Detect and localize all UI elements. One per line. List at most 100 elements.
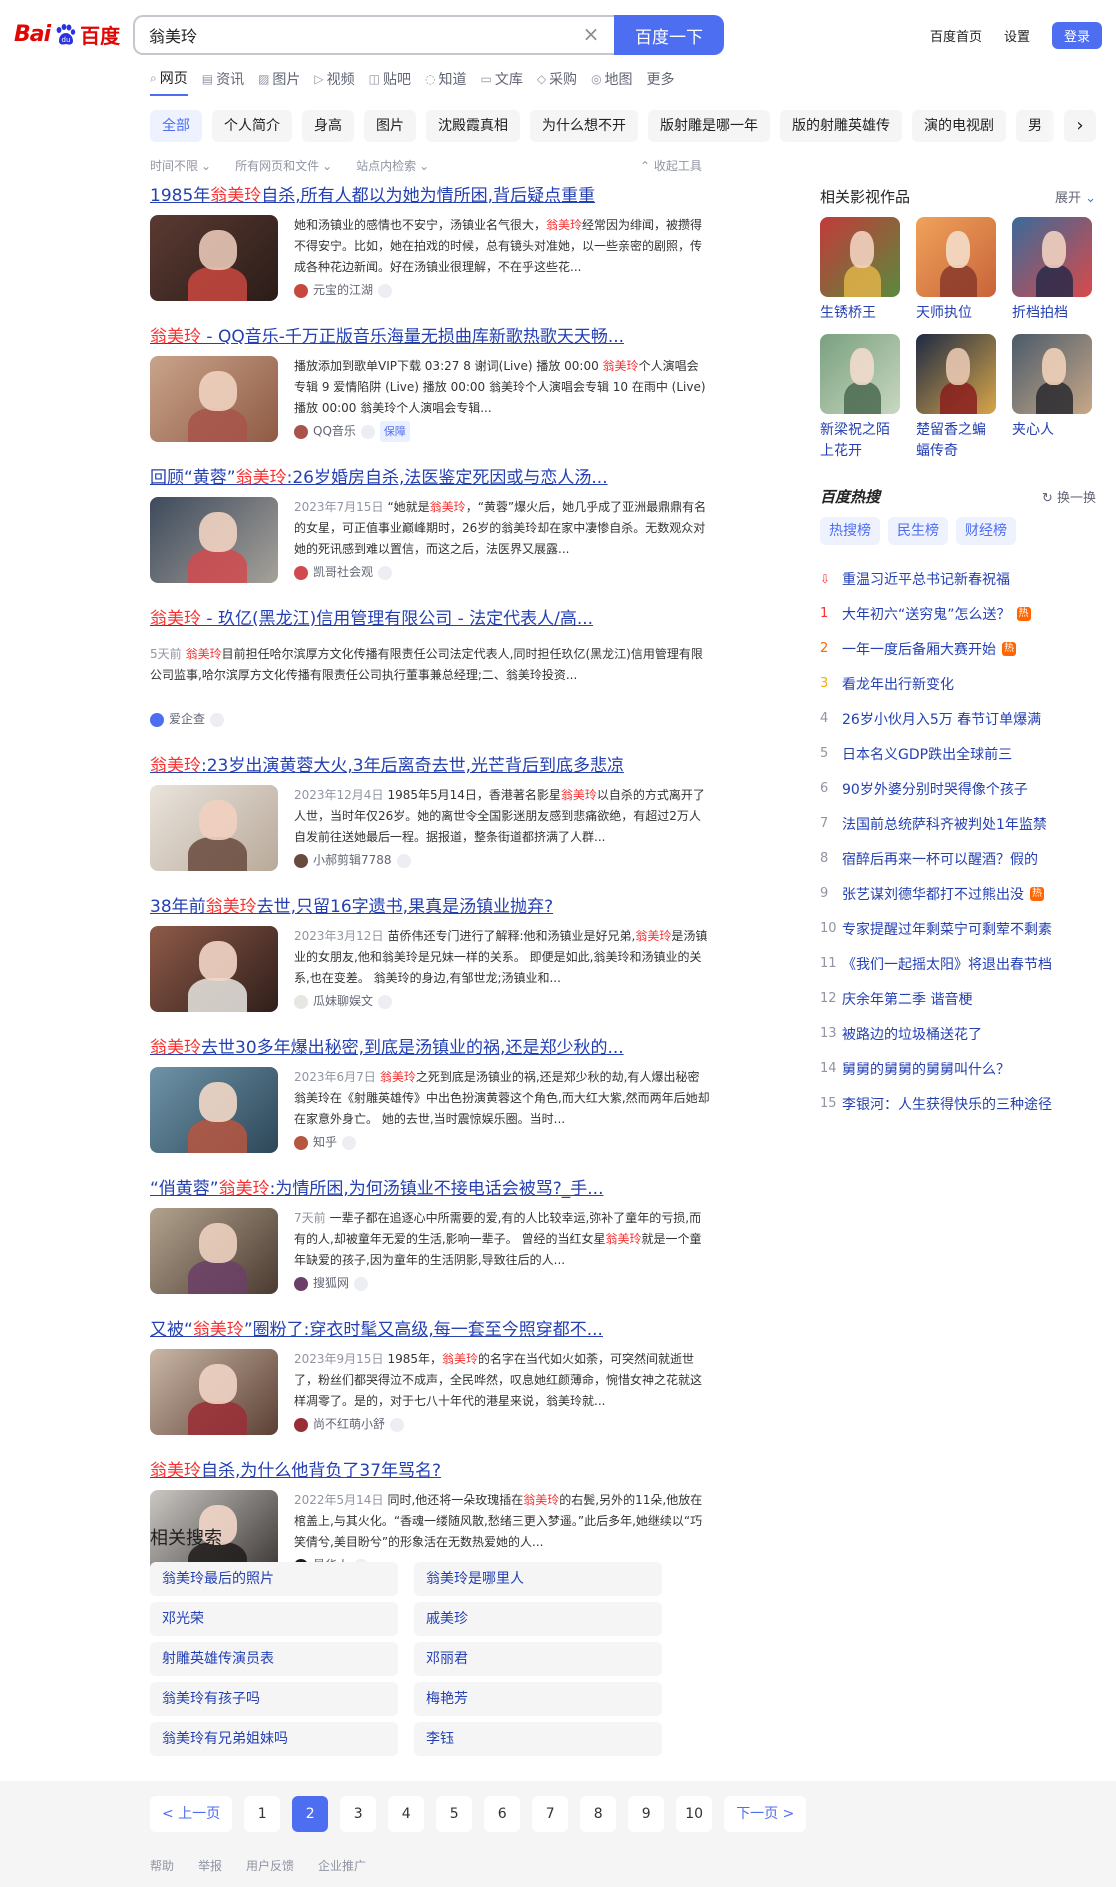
work-title[interactable]: 折档拍档 xyxy=(1012,303,1092,324)
related-search-item[interactable]: 李钰 xyxy=(414,1722,662,1756)
page-number[interactable]: 6 xyxy=(484,1796,521,1832)
work-card[interactable]: 楚留香之蝙蝠传奇 xyxy=(916,334,996,462)
tab-more[interactable]: 更多 xyxy=(647,68,675,96)
result-thumbnail[interactable] xyxy=(150,497,278,583)
baidu-logo[interactable]: Bai du 百度 xyxy=(14,20,120,49)
work-title[interactable]: 天师执位 xyxy=(916,303,996,324)
source-name[interactable]: 搜狐网 xyxy=(313,1273,349,1294)
refresh-button[interactable]: ↻ 换一换 xyxy=(1042,487,1096,506)
work-poster[interactable] xyxy=(820,217,900,297)
page-number[interactable]: 5 xyxy=(436,1796,473,1832)
footer-feedback-link[interactable]: 用户反馈 xyxy=(246,1857,294,1874)
result-title-link[interactable]: 38年前翁美玲去世,只留16字遗书,果真是汤镇业抛弃? xyxy=(150,894,710,920)
source-name[interactable]: 尚不红萌小舒 xyxy=(313,1414,385,1435)
hot-search-item[interactable]: 12 庆余年第二季 谐音梗 xyxy=(820,981,1096,1016)
tab-purchase[interactable]: ◇ 采购 xyxy=(537,68,577,96)
page-number[interactable]: 2 xyxy=(292,1796,329,1832)
result-title-link[interactable]: 翁美玲自杀,为什么他背负了37年骂名? xyxy=(150,1458,710,1484)
tab-map[interactable]: ◎ 地图 xyxy=(591,68,632,96)
hot-search-item[interactable]: 15 李银河：人生获得快乐的三种途径 xyxy=(820,1086,1096,1121)
work-poster[interactable] xyxy=(820,334,900,414)
page-number[interactable]: 4 xyxy=(388,1796,425,1832)
result-title-link[interactable]: 翁美玲 - QQ音乐-千万正版音乐海量无损曲库新歌热歌天天畅... xyxy=(150,324,710,350)
hot-search-item[interactable]: 9 张艺谋刘德华都打不过熊出没热 xyxy=(820,876,1096,911)
footer-help-link[interactable]: 帮助 xyxy=(150,1857,174,1874)
hot-search-item[interactable]: 4 26岁小伙月入5万 春节订单爆满 xyxy=(820,701,1096,736)
work-title[interactable]: 生锈桥王 xyxy=(820,303,900,324)
share-icon[interactable] xyxy=(342,1135,357,1150)
next-page-button[interactable]: 下一页 > xyxy=(724,1796,807,1832)
hot-search-item[interactable]: 14 舅舅的舅舅的舅舅叫什么？ xyxy=(820,1051,1096,1086)
login-button[interactable]: 登录 xyxy=(1051,22,1102,49)
chip[interactable]: 身高 xyxy=(302,110,354,142)
result-thumbnail[interactable] xyxy=(150,1349,278,1435)
clear-icon[interactable]: × xyxy=(582,24,600,44)
result-title-link[interactable]: “俏黄蓉”翁美玲:为情所困,为何汤镇业不接电话会被骂?_手... xyxy=(150,1176,710,1202)
tab-web[interactable]: ⌕ 网页 xyxy=(150,68,188,96)
source-name[interactable]: 凯哥社会观 xyxy=(313,562,373,583)
work-title[interactable]: 楚留香之蝙蝠传奇 xyxy=(916,420,996,462)
work-poster[interactable] xyxy=(1012,217,1092,297)
page-number[interactable]: 9 xyxy=(628,1796,665,1832)
hot-search-item[interactable]: 6 90岁外婆分别时哭得像个孩子 xyxy=(820,771,1096,806)
chip[interactable]: 版的射雕英雄传 xyxy=(780,110,902,142)
related-search-item[interactable]: 射雕英雄传演员表 xyxy=(150,1642,398,1676)
source-name[interactable]: 知乎 xyxy=(313,1132,337,1153)
search-button[interactable]: 百度一下 xyxy=(614,15,724,55)
tab-livelihood-list[interactable]: 民生榜 xyxy=(888,517,948,545)
chip[interactable]: 为什么想不开 xyxy=(530,110,638,142)
hot-search-item[interactable]: 11 《我们一起摇太阳》将退出春节档 xyxy=(820,946,1096,981)
related-search-item[interactable]: 翁美玲最后的照片 xyxy=(150,1562,398,1596)
share-icon[interactable] xyxy=(210,712,225,727)
prev-page-button[interactable]: < 上一页 xyxy=(150,1796,233,1832)
page-number[interactable]: 10 xyxy=(676,1796,713,1832)
result-thumbnail[interactable] xyxy=(150,1208,278,1294)
result-title-link[interactable]: 又被“翁美玲”圈粉了:穿衣时髦又高级,每一套至今照穿都不... xyxy=(150,1317,710,1343)
tab-news[interactable]: ▤ 资讯 xyxy=(202,68,244,96)
tab-images[interactable]: ▨ 图片 xyxy=(258,68,300,96)
work-card[interactable]: 生锈桥王 xyxy=(820,217,900,324)
result-title-link[interactable]: 翁美玲:23岁出演黄蓉大火,3年后离奇去世,光芒背后到底多悲凉 xyxy=(150,753,710,779)
footer-report-link[interactable]: 举报 xyxy=(198,1857,222,1874)
hot-search-item[interactable]: 8 宿醉后再来一杯可以醒酒？假的 xyxy=(820,841,1096,876)
chip-all[interactable]: 全部 xyxy=(150,110,202,142)
page-number[interactable]: 8 xyxy=(580,1796,617,1832)
site-filter[interactable]: 站点内检索 ⌄ xyxy=(356,157,429,174)
result-thumbnail[interactable] xyxy=(150,1067,278,1153)
result-title-link[interactable]: 1985年翁美玲自杀,所有人都以为她为情所困,背后疑点重重 xyxy=(150,183,710,209)
related-search-item[interactable]: 翁美玲是哪里人 xyxy=(414,1562,662,1596)
chip[interactable]: 版射雕是哪一年 xyxy=(648,110,770,142)
hot-search-item[interactable]: 7 法国前总统萨科齐被判处1年监禁 xyxy=(820,806,1096,841)
share-icon[interactable] xyxy=(390,1417,405,1432)
result-thumbnail[interactable] xyxy=(150,785,278,871)
work-poster[interactable] xyxy=(916,334,996,414)
chip[interactable]: 图片 xyxy=(364,110,416,142)
footer-promote-link[interactable]: 企业推广 xyxy=(318,1857,366,1874)
share-icon[interactable] xyxy=(354,1276,369,1291)
chip[interactable]: 演的电视剧 xyxy=(912,110,1006,142)
related-search-item[interactable]: 梅艳芳 xyxy=(414,1682,662,1716)
hot-search-item[interactable]: 13 被路边的垃圾桶送花了 xyxy=(820,1016,1096,1051)
share-icon[interactable] xyxy=(396,853,411,868)
tab-tieba[interactable]: ◫ 贴吧 xyxy=(369,68,411,96)
tab-finance-list[interactable]: 财经榜 xyxy=(956,517,1016,545)
result-title-link[interactable]: 翁美玲 - 玖亿(黑龙江)信用管理有限公司 - 法定代表人/高... xyxy=(150,606,710,632)
result-thumbnail[interactable] xyxy=(150,356,278,442)
tab-zhidao[interactable]: ◌ 知道 xyxy=(425,68,466,96)
work-card[interactable]: 新梁祝之陌上花开 xyxy=(820,334,900,462)
tab-video[interactable]: ▷ 视频 xyxy=(314,68,354,96)
work-poster[interactable] xyxy=(1012,334,1092,414)
baidu-home-link[interactable]: 百度首页 xyxy=(930,26,982,45)
page-number[interactable]: 7 xyxy=(532,1796,569,1832)
search-input[interactable] xyxy=(135,17,555,53)
page-number[interactable]: 3 xyxy=(340,1796,377,1832)
result-thumbnail[interactable] xyxy=(150,215,278,301)
source-name[interactable]: 小郝剪辑7788 xyxy=(313,850,392,871)
related-search-item[interactable]: 邓丽君 xyxy=(414,1642,662,1676)
share-icon[interactable] xyxy=(378,565,393,580)
tab-wenku[interactable]: ▭ 文库 xyxy=(480,68,522,96)
result-title-link[interactable]: 翁美玲去世30多年爆出秘密,到底是汤镇业的祸,还是郑少秋的... xyxy=(150,1035,710,1061)
work-poster[interactable] xyxy=(916,217,996,297)
related-search-item[interactable]: 翁美玲有孩子吗 xyxy=(150,1682,398,1716)
related-search-item[interactable]: 邓光荣 xyxy=(150,1602,398,1636)
